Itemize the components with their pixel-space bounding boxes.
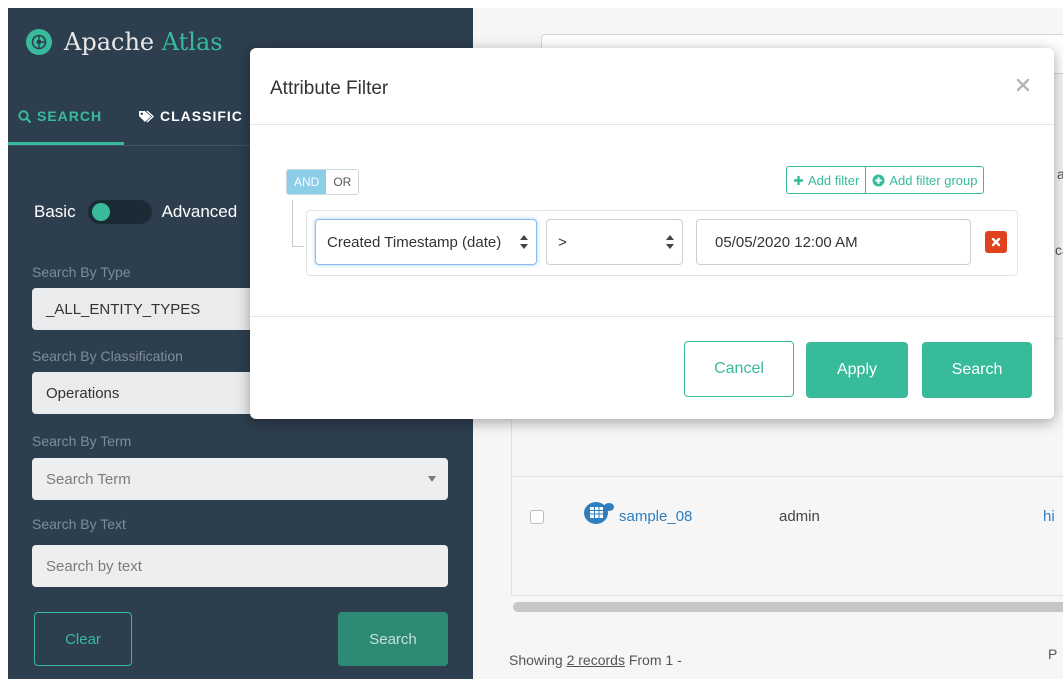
plus-circle-icon [872,174,885,186]
attribute-filter-modal: Attribute Filter AND OR Add filter Add f… [250,48,1054,419]
attribute-select-value: Created Timestamp (date) [327,233,502,251]
value-input[interactable]: 05/05/2020 12:00 AM [696,219,971,265]
close-icon[interactable] [1014,76,1032,94]
attribute-select[interactable]: Created Timestamp (date) [315,219,537,265]
rule-tree-line [292,200,293,246]
operator-select[interactable]: > [546,219,683,265]
modal-footer-divider [250,316,1054,317]
cancel-button[interactable]: Cancel [684,341,794,397]
select-arrows-icon [666,235,674,249]
add-filter-buttons: Add filter Add filter group [786,166,985,194]
add-filter-group-button[interactable]: Add filter group [865,167,983,193]
add-filter-button[interactable]: Add filter [787,167,865,193]
delete-rule-button[interactable] [985,231,1007,253]
apply-button[interactable]: Apply [806,342,908,398]
rule-tree-branch [292,246,304,247]
filter-rule: Created Timestamp (date) > 05/05/2020 12… [306,210,1018,276]
condition-or-button[interactable]: OR [326,170,359,194]
operator-select-value: > [558,233,567,251]
modal-title: Attribute Filter [270,78,389,99]
add-filter-group-label: Add filter group [889,172,978,188]
plus-icon [794,175,803,185]
condition-toggle: AND OR [286,169,360,195]
add-filter-label: Add filter [808,172,860,188]
close-icon [991,237,1001,247]
condition-and-button[interactable]: AND [287,170,327,194]
modal-header-divider [250,124,1054,125]
select-arrows-icon [520,235,528,249]
modal-search-button[interactable]: Search [922,342,1032,398]
